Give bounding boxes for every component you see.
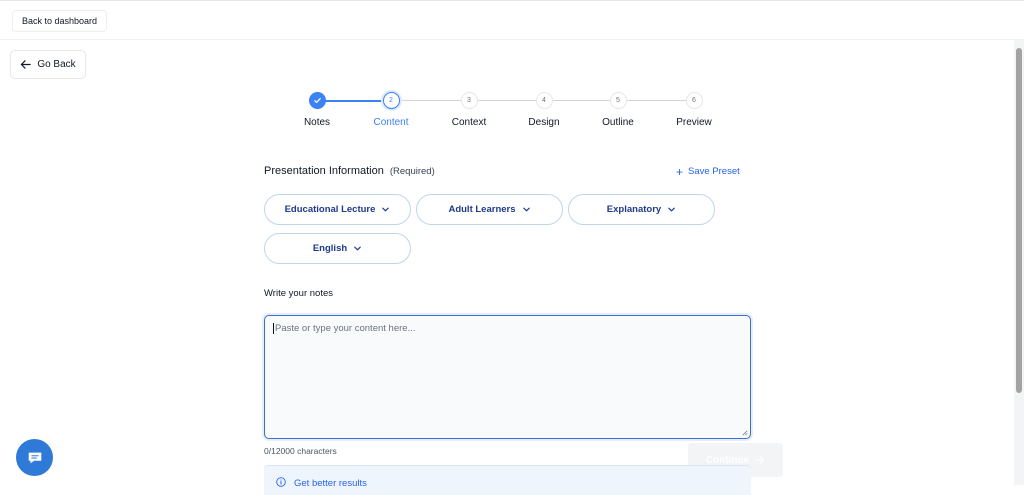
step-notes[interactable]: Notes bbox=[287, 92, 347, 128]
step-context[interactable]: 3 Context bbox=[439, 92, 499, 128]
step-label: Content bbox=[373, 117, 409, 128]
arrow-left-icon bbox=[21, 60, 31, 69]
step-preview[interactable]: 6 Preview bbox=[664, 92, 724, 128]
step-label: Notes bbox=[303, 117, 331, 128]
tip-text[interactable]: Get better results bbox=[294, 478, 367, 489]
resize-handle-icon[interactable] bbox=[741, 429, 748, 436]
step-circle: 3 bbox=[460, 92, 478, 109]
page-scrollbar[interactable] bbox=[1014, 40, 1024, 485]
step-label: Preview bbox=[676, 117, 712, 128]
step-label: Design bbox=[528, 117, 560, 128]
chevron-down-icon bbox=[382, 207, 390, 212]
plus-icon: + bbox=[676, 164, 684, 179]
chat-button[interactable] bbox=[16, 439, 53, 476]
continue-label: Continue bbox=[705, 454, 750, 466]
step-circle: 4 bbox=[535, 92, 553, 109]
notes-textarea[interactable]: Paste or type your content here... bbox=[264, 315, 751, 439]
select-value: Explanatory bbox=[606, 204, 662, 215]
notes-label: Write your notes bbox=[264, 288, 333, 299]
chevron-down-icon bbox=[522, 207, 530, 212]
chat-icon bbox=[28, 452, 41, 463]
progress-stepper: Notes 2 Content 3 Context 4 Design 5 Out… bbox=[290, 92, 720, 132]
step-label: Context bbox=[451, 117, 487, 128]
chevron-down-icon bbox=[668, 207, 675, 212]
notes-placeholder: Paste or type your content here... bbox=[275, 323, 416, 335]
save-preset-label: Save Preset bbox=[688, 166, 740, 177]
step-circle: 5 bbox=[609, 92, 627, 109]
select-value: English bbox=[312, 243, 348, 254]
presentation-type-select[interactable]: Educational Lecture bbox=[264, 194, 411, 225]
step-content[interactable]: 2 Content bbox=[361, 92, 421, 128]
required-label: (Required) bbox=[389, 166, 435, 177]
select-value: Adult Learners bbox=[448, 204, 516, 215]
step-outline[interactable]: 5 Outline bbox=[588, 92, 648, 128]
chevron-down-icon bbox=[354, 246, 361, 251]
info-icon bbox=[276, 477, 286, 487]
character-count: 0/12000 characters bbox=[264, 446, 337, 456]
scrollbar-thumb[interactable] bbox=[1016, 48, 1022, 393]
step-circle: 2 bbox=[382, 92, 400, 109]
step-label: Outline bbox=[602, 117, 634, 128]
top-bar: Back to dashboard bbox=[0, 0, 1024, 40]
step-circle: 6 bbox=[685, 92, 703, 109]
section-title: Presentation Information (Required) bbox=[264, 165, 435, 177]
language-select[interactable]: English bbox=[264, 233, 411, 264]
section-title-text: Presentation Information bbox=[264, 165, 384, 177]
go-back-button[interactable]: Go Back bbox=[10, 50, 86, 79]
arrow-right-icon bbox=[755, 456, 765, 464]
tone-select[interactable]: Explanatory bbox=[568, 194, 715, 225]
go-back-label: Go Back bbox=[37, 59, 76, 70]
select-value: Educational Lecture bbox=[284, 204, 376, 215]
step-circle bbox=[308, 92, 326, 109]
text-caret bbox=[273, 323, 274, 334]
back-to-dashboard-button[interactable]: Back to dashboard bbox=[12, 10, 108, 32]
step-design[interactable]: 4 Design bbox=[514, 92, 574, 128]
check-icon bbox=[313, 97, 321, 104]
save-preset-button[interactable]: + Save Preset bbox=[676, 164, 740, 179]
audience-select[interactable]: Adult Learners bbox=[416, 194, 563, 225]
